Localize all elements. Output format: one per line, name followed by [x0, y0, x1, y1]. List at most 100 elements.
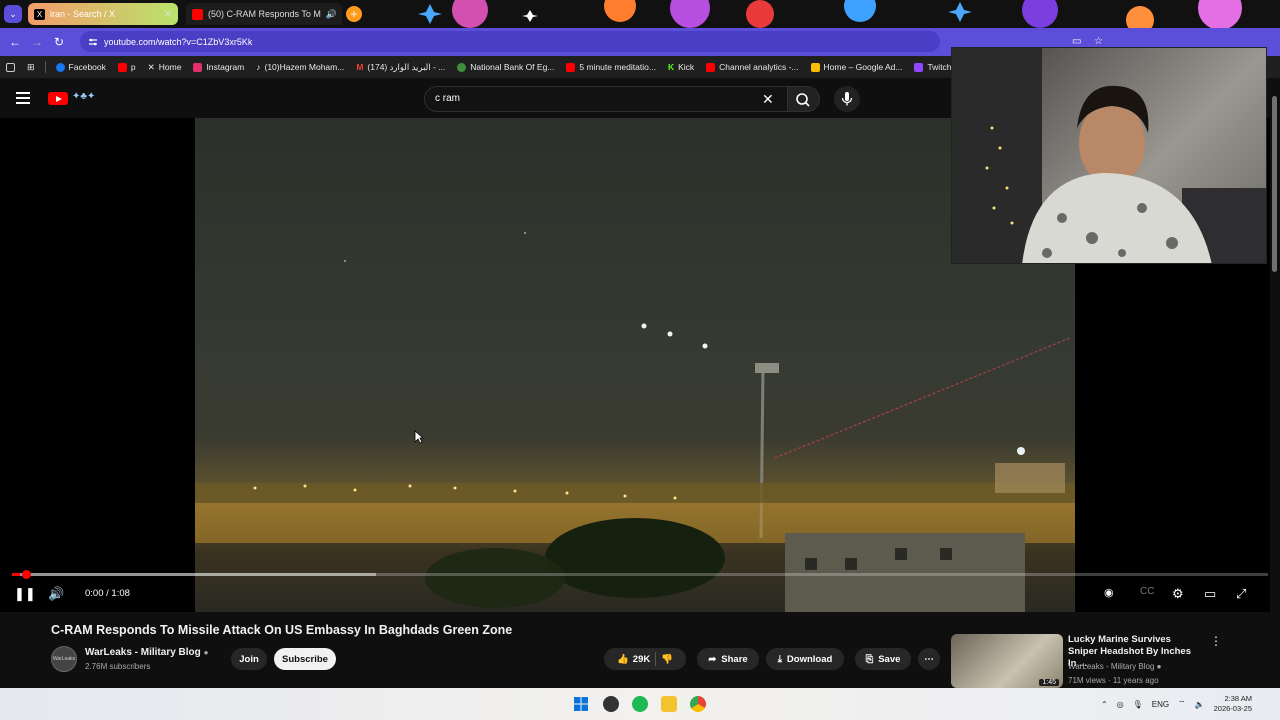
spotify-icon[interactable] [632, 696, 648, 712]
url-text: youtube.com/watch?v=C1ZbV3xr5Kk [104, 36, 253, 47]
bank-icon [457, 62, 467, 72]
channel-avatar[interactable]: WarLeaks [51, 646, 77, 672]
twitch-icon [914, 62, 924, 72]
save-label: Save [878, 653, 901, 665]
bookmark-p[interactable]: p [112, 62, 142, 72]
autoplay-toggle-icon[interactable]: ◉ [1104, 586, 1114, 599]
bookmark-meditation[interactable]: 5 minute meditatio... [560, 62, 662, 72]
tab-label: (50) C-RAM Responds To M [208, 9, 321, 19]
speaker-icon[interactable]: 🔈 [1195, 700, 1205, 709]
search-button[interactable] [788, 86, 820, 112]
back-arrow-icon[interactable]: ← [4, 35, 26, 49]
settings-gear-icon[interactable]: ⚙ [1172, 586, 1184, 602]
logo-doodle-icon: ✦♣✦ [72, 91, 96, 102]
share-button[interactable]: ➦ Share [697, 648, 759, 670]
x-icon: ✕ [147, 61, 155, 72]
language-indicator[interactable]: ENG [1152, 700, 1169, 709]
verified-badge-icon: ● [203, 648, 209, 657]
search-input[interactable]: c ram [424, 86, 788, 112]
recommended-video-thumbnail[interactable]: 1:45 [951, 634, 1063, 688]
save-button[interactable]: ⎘ Save [855, 648, 911, 670]
buffer-bar [12, 573, 376, 576]
join-button[interactable]: Join [231, 648, 267, 670]
recommended-video-channel[interactable]: WarLeaks - Military Blog ● [1068, 662, 1161, 671]
youtube-icon [117, 62, 127, 72]
scrollbar-thumb[interactable] [1272, 96, 1277, 272]
subscribe-button[interactable]: Subscribe [274, 648, 336, 670]
channel-name-link[interactable]: WarLeaks - Military Blog ● [85, 647, 208, 658]
tab-x-search[interactable]: X iran - Search / X ✕ [28, 3, 178, 25]
reload-icon[interactable]: ↻ [48, 35, 70, 49]
clear-search-icon[interactable]: ✕ [762, 91, 774, 108]
close-tab-icon[interactable]: ✕ [164, 9, 172, 20]
bookmark-save-icon: ⎘ [865, 653, 874, 665]
clock-date: 2026-03-25 [1213, 704, 1252, 713]
download-label: Download [786, 653, 833, 665]
app-icon[interactable] [603, 696, 619, 712]
sidebar-toggle-icon[interactable] [0, 62, 21, 72]
bookmark-tiktok[interactable]: ♪ (10)Hazem Moham... [250, 62, 350, 72]
x-icon: X [34, 8, 45, 20]
webcam-overlay [951, 47, 1267, 264]
bookmark-kick[interactable]: K Kick [662, 62, 700, 72]
cast-icon[interactable]: ▭ [1072, 36, 1081, 47]
chrome-icon[interactable] [690, 696, 706, 712]
thumbs-down-icon[interactable]: 👎 [661, 654, 673, 665]
tiktok-icon: ♪ [256, 62, 261, 72]
site-info-icon[interactable] [88, 37, 98, 47]
voice-search-button[interactable] [834, 86, 860, 112]
time-display: 0:00 / 1:08 [85, 588, 130, 599]
chevron-up-icon[interactable]: ⌃ [1101, 700, 1108, 709]
tab-youtube-video[interactable]: (50) C-RAM Responds To M 🔊 ✕ [186, 3, 342, 25]
mouse-cursor-icon [414, 430, 424, 444]
bookmark-home-x[interactable]: ✕ Home [142, 62, 188, 73]
windows-start-icon[interactable] [573, 696, 589, 712]
windows-taskbar: ⌃ ◎ 🎙 ENG ⌔ 🔈 2:38 AM 2026-03-25 [0, 688, 1280, 720]
bookmark-star-icon[interactable]: ☆ [1094, 36, 1103, 47]
recommended-video-meta: 71M views · 11 years ago [1068, 676, 1159, 685]
share-label: Share [721, 653, 748, 665]
network-icon[interactable]: ◎ [1117, 700, 1124, 709]
instagram-icon [193, 62, 203, 72]
subscriber-count: 2.76M subscribers [85, 662, 151, 671]
fullscreen-icon[interactable]: ⤢ [1236, 586, 1246, 602]
video-frame[interactable] [195, 118, 1075, 612]
more-vertical-icon[interactable]: ⋮ [1210, 634, 1222, 648]
hamburger-menu-icon[interactable] [16, 92, 30, 104]
bookmark-google-ads[interactable]: Home – Google Ad... [805, 62, 909, 72]
address-bar[interactable]: youtube.com/watch?v=C1ZbV3xr5Kk [80, 31, 940, 52]
facebook-icon [55, 62, 65, 72]
thumbs-up-icon: 👍 [616, 653, 629, 665]
theater-mode-icon[interactable]: ▭ [1204, 586, 1216, 602]
youtube-logo[interactable] [48, 92, 68, 105]
audio-playing-icon[interactable]: 🔊 [326, 9, 337, 20]
volume-icon[interactable]: 🔊 [48, 586, 64, 602]
youtube-icon [192, 8, 203, 20]
browser-tab-strip: ⌄ X iran - Search / X ✕ (50) C-RAM Respo… [0, 0, 1280, 28]
captions-icon[interactable]: CC [1140, 586, 1154, 597]
verified-badge-icon: ● [1156, 662, 1162, 671]
like-button[interactable]: 👍 29K [617, 654, 650, 665]
new-tab-button[interactable]: + [346, 6, 362, 22]
pause-icon[interactable]: ❚❚ [14, 586, 36, 602]
webcam-person-image [952, 48, 1266, 263]
microphone-icon [841, 92, 853, 106]
download-button[interactable]: ⤓ Download [766, 648, 844, 670]
bookmark-gmail[interactable]: M (174) البريد الوارد - ... [350, 62, 451, 73]
bookmark-facebook[interactable]: Facebook [50, 62, 112, 72]
bookmark-channel-analytics[interactable]: Channel analytics -... [700, 62, 804, 72]
apps-grid-icon[interactable]: ⊞ [21, 62, 41, 73]
search-icon [796, 93, 810, 107]
video-info-section: C-RAM Responds To Missile Attack On US E… [0, 612, 1280, 688]
gmail-icon: M [356, 62, 364, 72]
wifi-icon[interactable]: ⌔ [1178, 699, 1186, 709]
file-explorer-icon[interactable] [661, 696, 677, 712]
bookmark-instagram[interactable]: Instagram [187, 62, 250, 72]
scrubber-handle[interactable] [22, 570, 31, 579]
forward-arrow-icon[interactable]: → [26, 35, 48, 49]
microphone-icon[interactable]: 🎙 [1133, 700, 1143, 709]
tab-list-button[interactable]: ⌄ [4, 5, 22, 23]
clock[interactable]: 2:38 AM 2026-03-25 [1214, 694, 1252, 714]
more-actions-button[interactable]: ⋯ [918, 648, 940, 670]
bookmark-national-bank[interactable]: National Bank Of Eg... [451, 62, 560, 72]
